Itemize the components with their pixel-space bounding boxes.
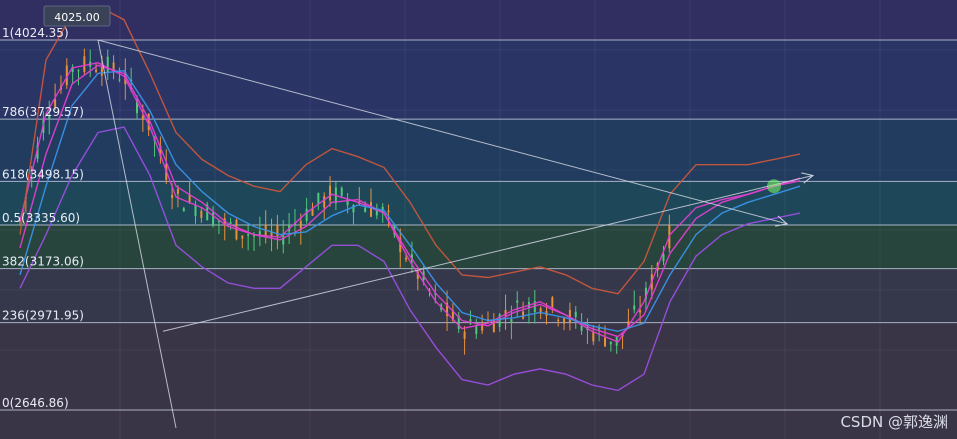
candle-body [574, 311, 577, 318]
candle-body [522, 311, 525, 319]
candle-body [95, 69, 98, 72]
fib-level-label: 0(2646.86) [2, 396, 69, 410]
candle-body [323, 196, 326, 208]
fib-zone [0, 225, 957, 269]
candle-body [340, 187, 343, 196]
candle-body [305, 208, 308, 221]
candle-body [580, 325, 583, 331]
candle-body [563, 318, 566, 324]
fib-level-label: 0.5(3335.60) [2, 211, 80, 225]
fib-zone [0, 181, 957, 226]
candle-body [604, 337, 606, 347]
candle-body [551, 297, 554, 308]
watermark: CSDN @郭逸渊 [840, 413, 948, 431]
candle-body [387, 210, 390, 213]
candle-body [182, 208, 185, 212]
candle-body [475, 326, 478, 334]
fib-zone [0, 322, 957, 410]
candle-body [241, 235, 244, 239]
price-tag: 4025.00 [43, 5, 111, 27]
candle-body [176, 188, 179, 194]
candle-body [662, 254, 665, 262]
candle-body [633, 305, 636, 310]
candle-body [100, 66, 103, 76]
candle-body [516, 300, 519, 303]
fib-level-label: 786(3729.57) [2, 105, 84, 119]
candle-body [609, 341, 612, 345]
candle-body [299, 221, 302, 229]
candle-body [229, 222, 232, 224]
candle-body [83, 56, 86, 72]
candle-body [118, 79, 121, 81]
fib-level-label: 382(3173.06) [2, 255, 84, 269]
candle-body [317, 193, 320, 204]
candle-body [557, 319, 560, 322]
fib-zones [0, 0, 957, 439]
candle-body [405, 257, 408, 260]
candle-body [141, 115, 144, 120]
candle-body [77, 70, 80, 72]
candle-body [106, 56, 109, 72]
candle-body [364, 207, 367, 212]
fib-zone [0, 0, 957, 40]
candle-body [639, 310, 642, 313]
fib-level-label: 1(4024.35) [2, 26, 69, 40]
fib-level-label: 236(2971.95) [2, 309, 84, 323]
candle-body [510, 319, 513, 324]
fib-zone [0, 410, 957, 439]
fib-level-label: 618(3498.15) [2, 167, 84, 181]
price-tag-label: 4025.00 [54, 11, 100, 24]
candle-body [282, 235, 285, 245]
candle-body [592, 331, 595, 342]
fib-zone [0, 119, 957, 182]
candle-body [370, 202, 372, 217]
candle-body [200, 210, 203, 218]
latest-price-glow [767, 179, 781, 194]
fibonacci-chart: 1(4024.35) 786(3729.57) 618(3498.15) 0.5(33… [0, 0, 957, 439]
candle-body [329, 185, 332, 201]
candle-body [171, 194, 174, 198]
candle-body [194, 205, 197, 216]
candle-body [463, 331, 466, 339]
candle-body [247, 234, 250, 236]
